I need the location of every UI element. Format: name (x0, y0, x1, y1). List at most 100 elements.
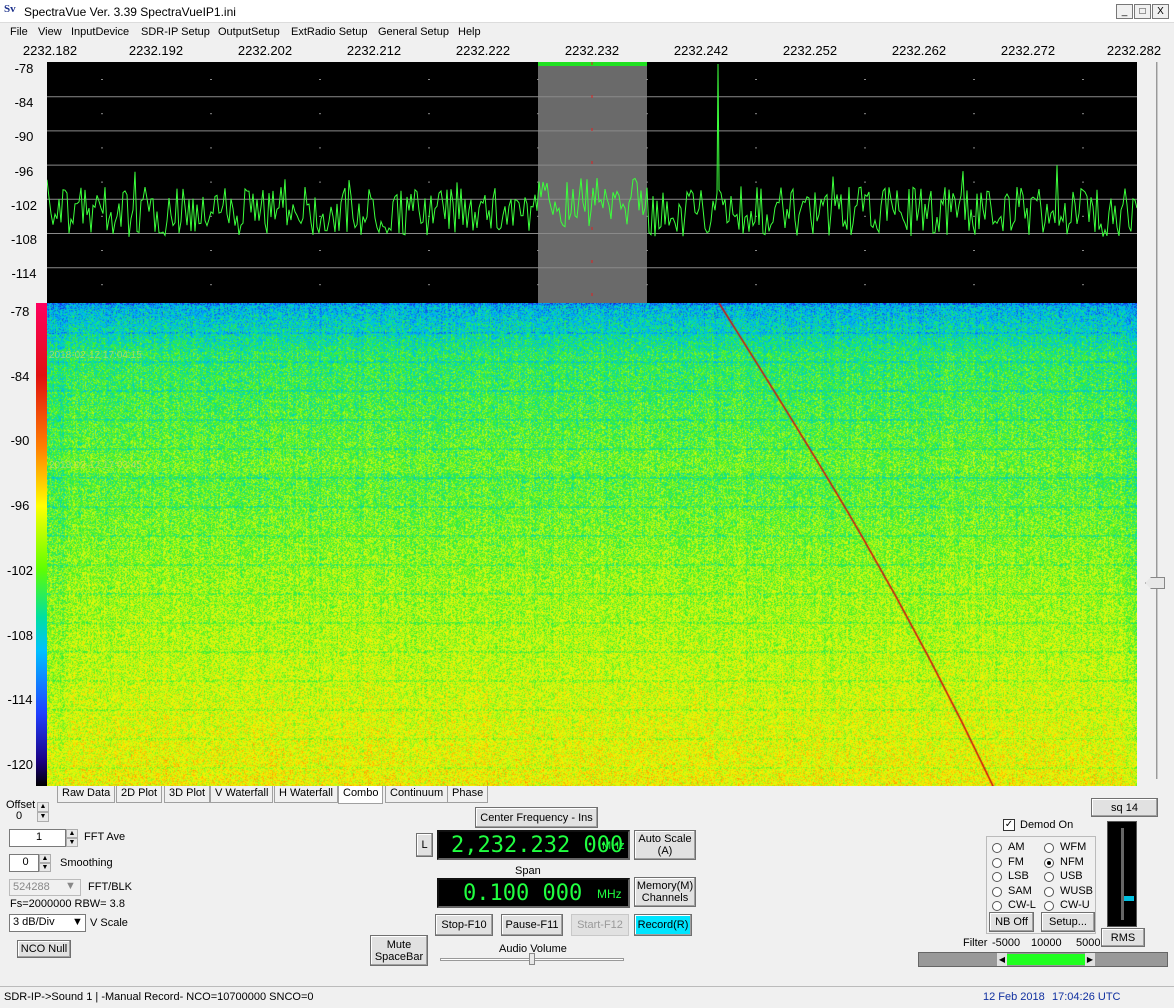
fs-info: Fs=2000000 RBW= 3.8 (10, 898, 125, 910)
mode-radio-sam[interactable] (992, 887, 1002, 897)
mode-radio-cw-l[interactable] (992, 901, 1002, 911)
menu-file[interactable]: File (10, 26, 28, 38)
record-button[interactable]: Record(R) (634, 914, 692, 936)
grid-tick (319, 113, 321, 115)
contrast-slider-thumb[interactable] (1145, 577, 1165, 589)
waterfall-display[interactable]: 2018-02-12 17:04:15 2018-02-12 17:03:45 (47, 303, 1137, 786)
mode-label-cw-l: CW-L (1008, 899, 1036, 911)
filter-right-arrow-icon[interactable]: ▶ (1085, 953, 1095, 966)
tab-continuum[interactable]: Continuum (385, 786, 449, 803)
menu-extradio-setup[interactable]: ExtRadio Setup (291, 26, 367, 38)
waterfall-db-label: -84 (10, 368, 30, 384)
mode-radio-wfm[interactable] (1044, 843, 1054, 853)
smoothing-input[interactable]: 0 (9, 854, 39, 872)
menu-output-setup[interactable]: OutputSetup (218, 26, 280, 38)
mute-button[interactable]: Mute SpaceBar (370, 935, 428, 966)
smoothing-up-arrow-icon[interactable]: ▲ (39, 854, 51, 863)
fft-ave-input[interactable]: 1 (9, 829, 66, 847)
offset-up-arrow-icon[interactable]: ▲ (37, 802, 49, 812)
grid-tick (646, 79, 648, 80)
mode-label-lsb: LSB (1008, 870, 1029, 882)
demod-setup-button[interactable]: Setup... (1041, 912, 1095, 932)
l-button[interactable]: L (416, 833, 433, 857)
tab-3d-plot[interactable]: 3D Plot (164, 786, 211, 803)
freq-tick-label: 2232.282 (1106, 43, 1162, 58)
mute-line1: Mute (386, 938, 412, 951)
center-frequency-button[interactable]: Center Frequency - Ins (475, 807, 598, 828)
status-date: 12 Feb 2018 (983, 991, 1045, 1003)
tab-v-waterfall[interactable]: V Waterfall (210, 786, 274, 803)
tab-combo[interactable]: Combo (338, 786, 384, 804)
stop-button[interactable]: Stop-F10 (435, 914, 493, 936)
span-display[interactable]: 0.100 000 MHz (437, 878, 630, 908)
filter-high: 5000 (1076, 937, 1101, 949)
grid-tick (646, 181, 648, 183)
nb-off-button[interactable]: NB Off (989, 912, 1034, 932)
grid-tick (537, 79, 539, 80)
waterfall-db-label: -102 (6, 562, 34, 578)
minimize-button[interactable]: _ (1116, 4, 1133, 19)
smoothing-label: Smoothing (60, 857, 113, 869)
span-unit: MHz (597, 887, 622, 901)
grid-tick (864, 113, 866, 115)
auto-scale-button[interactable]: Auto Scale (A) (634, 830, 696, 860)
freq-tick-label: 2232.202 (237, 43, 293, 58)
menu-view[interactable]: View (38, 26, 62, 38)
mode-radio-nfm[interactable] (1044, 858, 1054, 868)
filter-bar[interactable]: ◀ ▶ (918, 952, 1168, 967)
spectrum-plot[interactable] (47, 62, 1137, 303)
smoothing-down-arrow-icon[interactable]: ▼ (39, 863, 51, 872)
filter-left-arrow-icon[interactable]: ◀ (997, 953, 1007, 966)
mode-radio-wusb[interactable] (1044, 887, 1054, 897)
vscale-dropdown-icon[interactable]: ▼ (72, 916, 83, 928)
start-button[interactable]: Start-F12 (571, 914, 629, 936)
filter-passband (1007, 954, 1085, 965)
menu-sdr-ip-setup[interactable]: SDR-IP Setup (141, 26, 210, 38)
menu-help[interactable]: Help (458, 26, 481, 38)
grid-tick (210, 181, 212, 183)
tab-raw-data[interactable]: Raw Data (57, 786, 116, 803)
grid-tick (101, 284, 103, 286)
squelch-button[interactable]: sq 14 (1091, 798, 1158, 817)
offset-down-arrow-icon[interactable]: ▼ (37, 812, 49, 822)
mode-radio-usb[interactable] (1044, 872, 1054, 882)
menu-general-setup[interactable]: General Setup (378, 26, 449, 38)
pause-button[interactable]: Pause-F11 (501, 914, 563, 936)
memory-channels-button[interactable]: Memory(M) Channels (634, 877, 696, 907)
waterfall-timestamp: 2018-02-12 17:04:15 (49, 350, 142, 361)
mode-radio-lsb[interactable] (992, 872, 1002, 882)
tab-phase[interactable]: Phase (447, 786, 489, 803)
grid-tick (319, 147, 321, 149)
fft-ave-down-arrow-icon[interactable]: ▼ (66, 838, 78, 847)
freq-tick-label: 2232.232 (564, 43, 620, 58)
grid-tick (537, 215, 539, 217)
freq-tick-label: 2232.262 (891, 43, 947, 58)
menu-input-device[interactable]: InputDevice (71, 26, 129, 38)
grid-tick (210, 79, 212, 80)
waterfall-canvas (47, 303, 1137, 786)
restore-button[interactable]: □ (1134, 4, 1151, 19)
mode-radio-am[interactable] (992, 843, 1002, 853)
fft-blk-dropdown-icon[interactable]: ▼ (65, 880, 76, 892)
nco-null-button[interactable]: NCO Null (17, 940, 71, 958)
center-frequency-display[interactable]: 2,232.232 000 MHz (437, 830, 630, 860)
close-button[interactable]: X (1152, 4, 1169, 19)
mode-radio-fm[interactable] (992, 858, 1002, 868)
demod-on-checkbox[interactable]: ✓ (1003, 819, 1015, 831)
grid-tick (101, 79, 103, 80)
grid-tick (1082, 79, 1084, 80)
demod-passband[interactable] (538, 62, 647, 303)
contrast-slider-track[interactable] (1156, 62, 1158, 779)
grid-tick (755, 284, 757, 286)
fft-ave-up-arrow-icon[interactable]: ▲ (66, 829, 78, 838)
squelch-meter[interactable] (1107, 821, 1137, 927)
tab-h-waterfall[interactable]: H Waterfall (274, 786, 338, 803)
tab-2d-plot[interactable]: 2D Plot (116, 786, 163, 803)
rms-button[interactable]: RMS (1101, 928, 1145, 947)
grid-tick (210, 284, 212, 286)
audio-volume-thumb[interactable] (529, 953, 535, 965)
squelch-meter-thumb[interactable] (1124, 896, 1134, 901)
mode-radio-cw-u[interactable] (1044, 901, 1054, 911)
mode-label-usb: USB (1060, 870, 1083, 882)
grid-tick (428, 147, 430, 149)
